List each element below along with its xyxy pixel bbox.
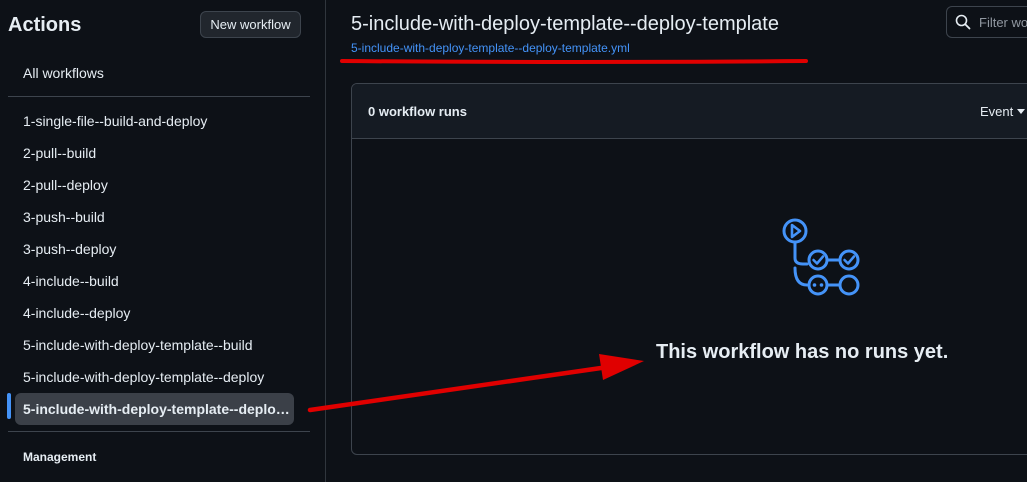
selected-indicator bbox=[7, 393, 11, 419]
sidebar-item-workflow[interactable]: 5-include-with-deploy-template--deploy bbox=[0, 361, 326, 393]
chevron-down-icon bbox=[1017, 109, 1026, 114]
sidebar-item-workflow[interactable]: 4-include--build bbox=[0, 265, 326, 297]
sidebar-divider bbox=[8, 431, 310, 432]
sidebar-item-workflow[interactable]: 5-include-with-deploy-template--build bbox=[0, 329, 326, 361]
sidebar-title: Actions bbox=[8, 14, 82, 36]
page-title: 5-include-with-deploy-template--deploy-t… bbox=[351, 13, 779, 35]
event-filter-label: Event bbox=[980, 104, 1014, 119]
filter-input[interactable] bbox=[977, 13, 1027, 31]
new-workflow-button[interactable]: New workflow bbox=[200, 11, 301, 38]
workflow-runs-panel: 0 workflow runs Event This workflow has … bbox=[351, 83, 1027, 455]
workflow-list: 1-single-file--build-and-deploy 2-pull--… bbox=[0, 105, 326, 425]
sidebar-item-workflow[interactable]: 3-push--deploy bbox=[0, 233, 326, 265]
workflow-file-link[interactable]: 5-include-with-deploy-template--deploy-t… bbox=[351, 41, 630, 55]
sidebar-item-workflow-selected[interactable]: 5-include-with-deploy-template--deploy-t… bbox=[15, 393, 294, 425]
empty-state-message: This workflow has no runs yet. bbox=[656, 341, 949, 363]
search-icon bbox=[955, 14, 971, 30]
sidebar-item-all-workflows[interactable]: All workflows bbox=[23, 65, 104, 81]
sidebar-item-workflow[interactable]: 2-pull--build bbox=[0, 137, 326, 169]
workflow-empty-icon bbox=[782, 218, 860, 296]
sidebar-item-workflow[interactable]: 3-push--build bbox=[0, 201, 326, 233]
sidebar: Actions New workflow All workflows 1-sin… bbox=[0, 0, 326, 482]
event-filter-dropdown[interactable]: Event bbox=[980, 104, 1026, 119]
runs-count: 0 workflow runs bbox=[368, 104, 467, 119]
sidebar-divider bbox=[8, 96, 310, 97]
annotation-underline bbox=[340, 59, 808, 64]
runs-header: 0 workflow runs Event bbox=[352, 84, 1027, 139]
sidebar-item-workflow[interactable]: 2-pull--deploy bbox=[0, 169, 326, 201]
sidebar-item-workflow[interactable]: 4-include--deploy bbox=[0, 297, 326, 329]
management-heading: Management bbox=[23, 450, 97, 464]
sidebar-item-workflow[interactable]: 1-single-file--build-and-deploy bbox=[0, 105, 326, 137]
filter-box[interactable] bbox=[946, 6, 1027, 38]
